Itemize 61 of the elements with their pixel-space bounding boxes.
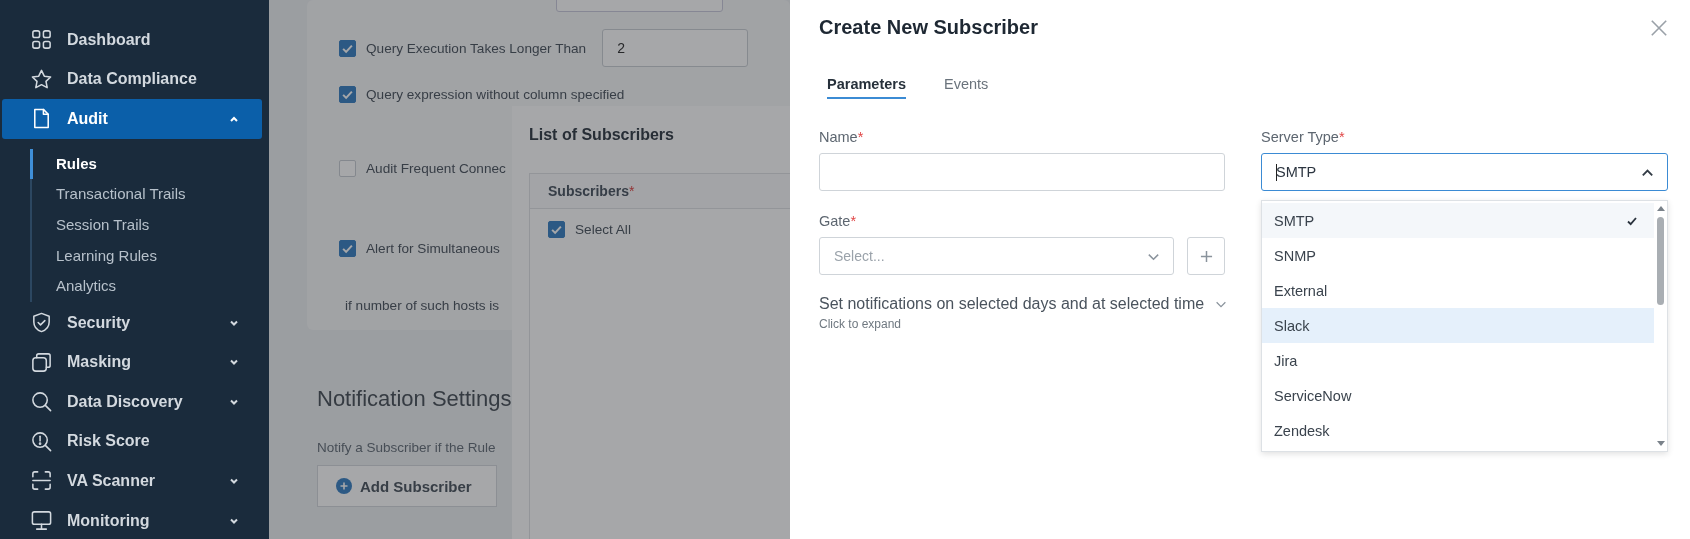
nav-item[interactable]: Masking xyxy=(2,342,262,382)
checkbox[interactable] xyxy=(548,221,565,238)
nav-item[interactable]: Data Compliance xyxy=(2,59,262,100)
monitor-icon xyxy=(30,509,53,532)
input-field[interactable]: 2 xyxy=(602,29,749,67)
nav-item[interactable]: VA Scanner xyxy=(2,461,262,501)
scroll-down-icon[interactable] xyxy=(1656,441,1665,447)
panel-title: List of Subscribers xyxy=(529,126,675,144)
grid-icon xyxy=(30,28,53,52)
dropdown-option[interactable]: SNMP xyxy=(1262,238,1654,273)
plus-icon xyxy=(1199,249,1213,263)
add-gate-button[interactable] xyxy=(1187,237,1225,275)
checkbox[interactable] xyxy=(339,239,356,257)
checkbox[interactable] xyxy=(339,39,356,57)
sub-nav-item[interactable]: Analytics xyxy=(30,271,269,302)
nav-item[interactable]: Audit xyxy=(2,99,262,139)
squares-icon xyxy=(30,350,53,374)
alert-magnifier-icon xyxy=(30,429,53,453)
field-label: Gate* xyxy=(819,213,858,229)
plus-circle-icon xyxy=(336,478,352,494)
dropdown-option[interactable]: Zendesk xyxy=(1262,413,1654,448)
dropdown-option[interactable]: External xyxy=(1262,273,1654,308)
sub-nav-item[interactable]: Transactional Trails xyxy=(30,179,269,210)
sub-nav-item[interactable]: Session Trails xyxy=(30,209,269,241)
shield-icon xyxy=(30,311,53,335)
tab[interactable]: Parameters xyxy=(827,76,906,99)
nav-item[interactable]: Monitoring xyxy=(2,500,262,539)
rule-label: Alert for Simultaneous xyxy=(366,240,500,256)
field-label: Name* xyxy=(819,129,865,145)
scroll-up-icon[interactable] xyxy=(1656,205,1665,211)
dropdown-option[interactable]: Jira xyxy=(1262,343,1654,378)
dropdown-option[interactable]: Slack xyxy=(1262,308,1654,343)
rule-label: Audit Frequent Connec xyxy=(366,160,506,176)
expandable-section-title[interactable]: Set notifications on selected days and at selected time xyxy=(819,295,1205,313)
star-icon xyxy=(30,67,53,91)
checkbox[interactable] xyxy=(339,159,356,177)
name-input[interactable] xyxy=(819,153,1225,191)
nav-item[interactable]: Dashboard xyxy=(2,20,262,60)
close-icon[interactable] xyxy=(1650,18,1668,37)
description-text: Notify a Subscriber if the Rule xyxy=(317,440,497,455)
checkbox[interactable] xyxy=(339,85,356,103)
nav-item[interactable]: Data Discovery xyxy=(2,381,262,422)
server-type-select[interactable]: SMTP xyxy=(1261,153,1668,191)
dropdown-option[interactable]: ServiceNow xyxy=(1262,378,1654,413)
scrollbar-thumb[interactable] xyxy=(1657,217,1664,305)
search-icon xyxy=(30,390,53,414)
checkbox-label: Select All xyxy=(575,222,631,237)
hint-text: Click to expand xyxy=(819,317,903,331)
add-subscriber-button[interactable]: Add Subscriber xyxy=(317,465,497,507)
rule-label: Query Execution Takes Longer Than xyxy=(366,40,587,56)
rule-label: Query expression without column specified xyxy=(366,86,625,102)
drawer-title: Create New Subscriber xyxy=(819,16,1038,39)
scan-icon xyxy=(30,469,53,493)
tab[interactable]: Events xyxy=(944,76,989,99)
section-title: Notification Settings xyxy=(317,386,513,412)
field-label: Server Type* xyxy=(1261,129,1346,145)
nav-item[interactable]: Security xyxy=(2,302,262,343)
sub-nav-item[interactable]: Learning Rules xyxy=(30,240,269,272)
nav-item[interactable]: Risk Score xyxy=(2,421,262,462)
dropdown-option[interactable]: SMTP xyxy=(1262,203,1654,238)
note-text: if number of such hosts is xyxy=(345,298,501,313)
